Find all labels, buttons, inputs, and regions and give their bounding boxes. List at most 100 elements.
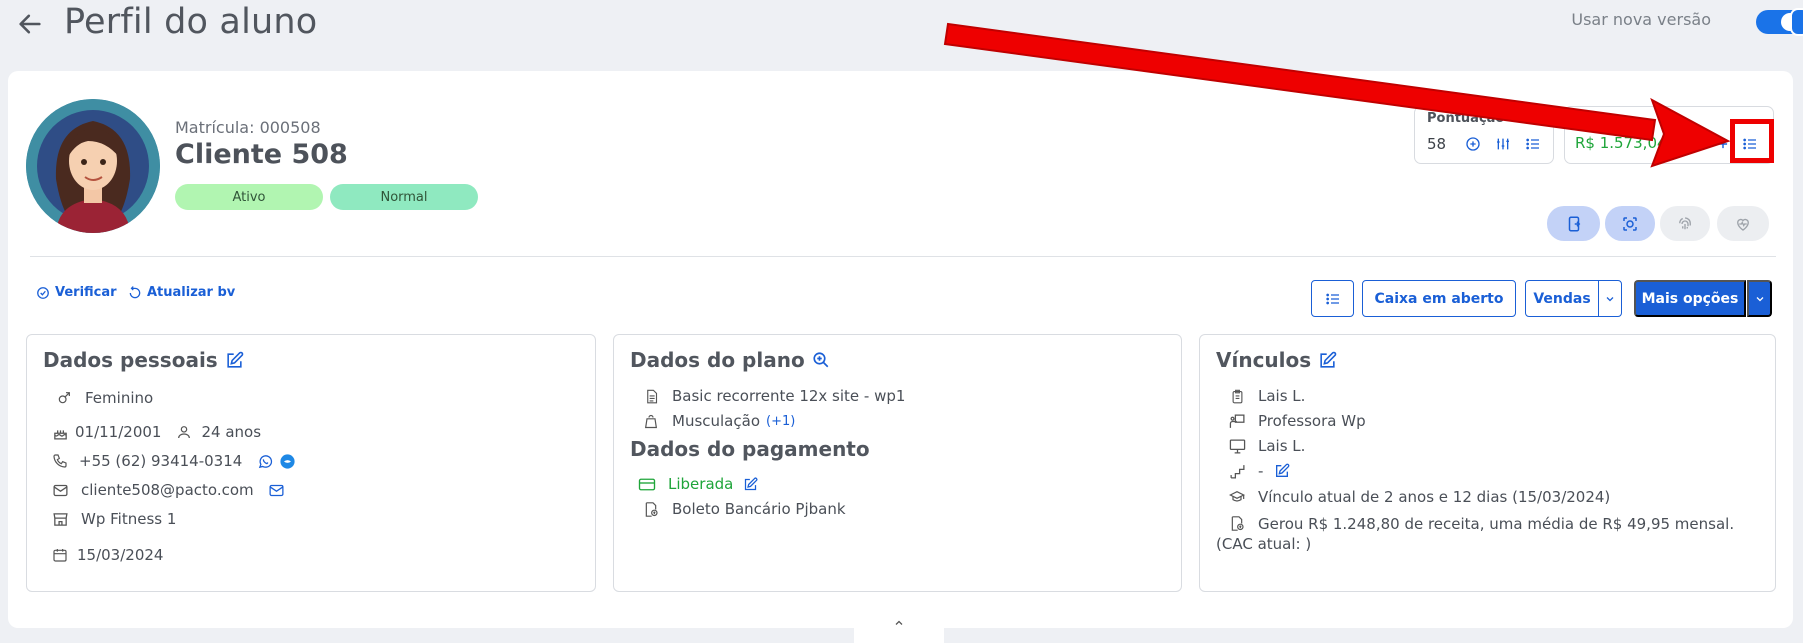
graduation-cap-icon xyxy=(1228,488,1246,506)
header-divider xyxy=(30,256,1776,257)
unit-value: Wp Fitness 1 xyxy=(81,510,177,528)
phone-icon xyxy=(51,452,69,470)
credit-card-icon xyxy=(638,475,656,493)
assistant-icon[interactable] xyxy=(1790,8,1803,36)
consultant-value: Lais L. xyxy=(1258,387,1306,405)
face-recognition-button[interactable] xyxy=(1605,206,1655,241)
back-arrow-icon[interactable] xyxy=(12,6,48,42)
edit-icon[interactable] xyxy=(1318,351,1337,370)
plan-name-row: Basic recorrente 12x site - wp1 xyxy=(642,387,905,405)
collapse-tab[interactable] xyxy=(854,609,944,643)
health-button[interactable] xyxy=(1717,206,1769,241)
cake-icon xyxy=(51,423,69,441)
teacher-icon xyxy=(1228,412,1246,430)
sales-dropdown-button[interactable] xyxy=(1598,280,1622,317)
status-badge: Ativo xyxy=(175,184,323,210)
personal-data-title: Dados pessoais xyxy=(43,348,244,372)
edit-icon[interactable] xyxy=(225,351,244,370)
gender-row: Feminino xyxy=(55,389,153,407)
personal-data-panel: Dados pessoais Feminino 01/11/2001 24 an… xyxy=(26,334,596,592)
person-icon xyxy=(175,423,193,441)
zoom-in-icon[interactable] xyxy=(812,351,830,369)
top-bar: Perfil do aluno Usar nova versão xyxy=(0,0,1803,60)
revenue-value: Gerou R$ 1.248,80 de receita, uma média … xyxy=(1216,515,1735,553)
fingerprint-button[interactable] xyxy=(1660,206,1710,241)
trainer-value: Lais L. xyxy=(1258,437,1306,455)
list-icon xyxy=(1325,293,1339,304)
payment-method-row: Boleto Bancário Pjbank xyxy=(642,500,846,518)
email-row: cliente508@pacto.com xyxy=(51,481,298,499)
stairs-icon xyxy=(1228,462,1246,480)
history-list-button[interactable] xyxy=(1311,280,1354,317)
check-circle-icon xyxy=(37,286,49,299)
edit-level-icon[interactable] xyxy=(1273,462,1291,480)
payment-method-value: Boleto Bancário Pjbank xyxy=(672,500,846,518)
payment-status-row: Liberada xyxy=(638,475,771,493)
student-avatar xyxy=(26,99,160,233)
clipboard-icon xyxy=(1228,387,1246,405)
whatsapp-icon[interactable] xyxy=(256,452,274,470)
refresh-icon xyxy=(129,285,141,298)
links-panel: Vínculos Lais L. Professora Wp Lais L. -… xyxy=(1199,334,1776,592)
age-value: 24 anos xyxy=(201,423,262,441)
phone-row: +55 (62) 93414-0314 xyxy=(51,452,296,470)
level-value: - xyxy=(1258,462,1264,480)
phone-value: +55 (62) 93414-0314 xyxy=(79,452,243,470)
sales-button[interactable]: Vendas xyxy=(1525,280,1599,317)
current-link-row: Vínculo atual de 2 anos e 12 dias (15/03… xyxy=(1228,488,1610,506)
calendar-icon xyxy=(51,546,69,564)
add-circle-icon[interactable] xyxy=(1463,134,1483,154)
sliders-icon[interactable] xyxy=(1493,134,1513,154)
modality-extra-link[interactable]: (+1) xyxy=(766,414,795,429)
links-title: Vínculos xyxy=(1216,348,1337,372)
new-version-label: Usar nova versão xyxy=(1571,10,1711,29)
current-link-value: Vínculo atual de 2 anos e 12 dias (15/03… xyxy=(1258,488,1611,506)
teacher-value: Professora Wp xyxy=(1258,412,1366,430)
chevron-down-icon xyxy=(1606,296,1614,301)
page-title: Perfil do aluno xyxy=(64,2,318,42)
chevron-down-icon xyxy=(1756,296,1763,301)
weight-icon xyxy=(642,412,660,430)
unit-row: Wp Fitness 1 xyxy=(51,510,176,528)
open-cash-button[interactable]: Caixa em aberto xyxy=(1362,280,1516,317)
verify-label: Verificar xyxy=(55,285,117,300)
date-row: 15/03/2024 xyxy=(51,546,163,564)
more-options-dropdown-button[interactable] xyxy=(1747,280,1772,317)
chat-icon[interactable] xyxy=(278,452,296,470)
send-email-icon[interactable] xyxy=(268,481,286,499)
update-bv-label: Atualizar bv xyxy=(147,285,236,300)
edit-payment-icon[interactable] xyxy=(741,475,759,493)
verify-link[interactable]: Verificar xyxy=(36,285,117,300)
profile-card: Matrícula: 000508 Cliente 508 Ativo Norm… xyxy=(8,71,1793,628)
payment-data-title: Dados do pagamento xyxy=(630,437,870,461)
plan-data-panel: Dados do plano Basic recorrente 12x site… xyxy=(613,334,1182,592)
registration-number: Matrícula: 000508 xyxy=(175,118,321,137)
email-value: cliente508@pacto.com xyxy=(81,481,254,499)
more-options-button[interactable]: Mais opções xyxy=(1634,280,1746,317)
level-row: - xyxy=(1228,462,1303,480)
gender-icon xyxy=(55,389,73,407)
payment-status-value: Liberada xyxy=(668,475,734,493)
update-bv-link[interactable]: Atualizar bv xyxy=(128,285,235,300)
personal-data-title-text: Dados pessoais xyxy=(43,348,218,372)
score-value: 58 xyxy=(1427,135,1447,153)
balance-value: R$ 1.573,04 xyxy=(1575,134,1667,152)
document-icon xyxy=(642,387,660,405)
chevron-up-icon xyxy=(895,620,903,625)
plan-data-title: Dados do plano xyxy=(630,348,830,372)
plan-name-value: Basic recorrente 12x site - wp1 xyxy=(672,387,906,405)
modality-row: Musculação (+1) xyxy=(642,412,795,430)
mobile-app-button[interactable] xyxy=(1547,206,1600,241)
teacher-row: Professora Wp xyxy=(1228,412,1366,430)
consultant-row: Lais L. xyxy=(1228,387,1305,405)
trainer-row: Lais L. xyxy=(1228,437,1305,455)
score-box: Pontuação 58 xyxy=(1414,106,1554,164)
type-badge: Normal xyxy=(330,184,478,210)
score-label: Pontuação xyxy=(1427,111,1505,126)
birth-row: 01/11/2001 24 anos xyxy=(51,423,261,441)
monitor-icon xyxy=(1228,437,1246,455)
plan-data-title-text: Dados do plano xyxy=(630,348,805,372)
list-icon[interactable] xyxy=(1523,134,1543,154)
birthdate-value: 01/11/2001 xyxy=(75,423,162,441)
mail-icon xyxy=(51,481,69,499)
